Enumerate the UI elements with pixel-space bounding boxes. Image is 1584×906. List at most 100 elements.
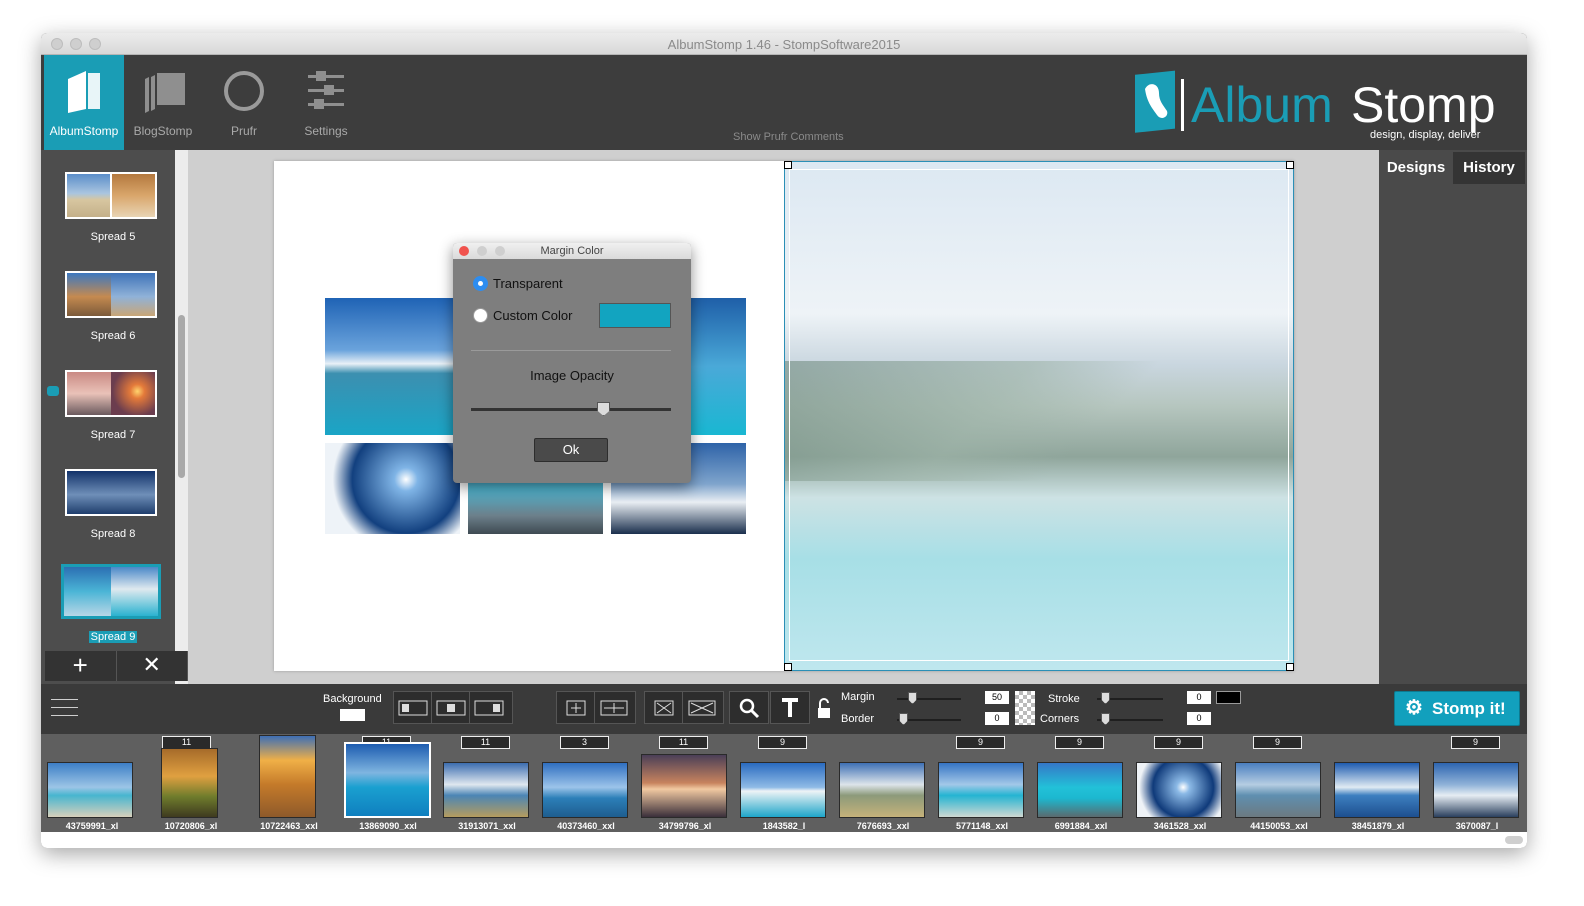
filmstrip-item[interactable]: 11 34799796_xl <box>639 734 731 832</box>
border-value[interactable]: 0 <box>985 712 1009 725</box>
logo-text-album: Album <box>1191 77 1333 133</box>
album-icon <box>68 71 100 113</box>
add-spread-button[interactable]: + <box>45 651 117 681</box>
corners-slider-knob[interactable] <box>1101 713 1110 725</box>
dialog-minimize-button[interactable] <box>477 246 487 256</box>
filmstrip-scroll-thumb[interactable] <box>1505 836 1523 844</box>
filmstrip-thumbnail <box>1037 762 1123 818</box>
filmstrip-item[interactable]: 9 44150053_xxl <box>1233 734 1325 832</box>
spread-7[interactable]: Spread 7 <box>65 370 161 441</box>
app-window: AlbumStomp 1.46 - StompSoftware2015 Albu… <box>41 33 1527 848</box>
gear-icon: ⚙ <box>1405 697 1423 719</box>
spread-label-text: Spread 9 <box>88 631 138 643</box>
photo-snow-sun[interactable] <box>325 443 460 534</box>
image-opacity-slider-knob[interactable] <box>597 402 610 416</box>
sidebar-scroll-thumb[interactable] <box>178 315 185 478</box>
spreads-sidebar: Spread 5 Spread 6 Spread 7 Spread 8 Spre… <box>41 150 175 684</box>
filmstrip-filename: 40373460_xxl <box>557 821 615 831</box>
show-prufr-comments-link[interactable]: Show Prufr Comments <box>733 131 844 143</box>
filmstrip-item[interactable]: 38451879_xl <box>1332 734 1424 832</box>
image-opacity-slider[interactable] <box>471 408 671 411</box>
filmstrip-item[interactable]: 9 3670087_l <box>1431 734 1523 832</box>
lock-icon[interactable] <box>817 698 831 720</box>
ok-button[interactable]: Ok <box>534 438 608 462</box>
fill-wide-icon <box>688 700 716 715</box>
stroke-slider-knob[interactable] <box>1101 692 1110 704</box>
margin-slider[interactable] <box>897 698 961 700</box>
resize-handle-top-left[interactable] <box>784 161 792 169</box>
zoom-button[interactable] <box>730 692 768 723</box>
stomp-it-button[interactable]: ⚙ Stomp it! <box>1394 691 1520 726</box>
sidebar-scrollbar[interactable] <box>175 150 188 684</box>
filmstrip-item[interactable]: 9 5771148_xxl <box>936 734 1028 832</box>
fill-wide-button[interactable] <box>683 692 721 723</box>
tab-blogstomp[interactable]: BlogStomp <box>123 55 203 150</box>
spread-9[interactable]: Spread 9 <box>61 564 161 643</box>
transparency-checker-swatch[interactable] <box>1015 691 1035 725</box>
resize-handle-bottom-right[interactable] <box>1286 663 1294 671</box>
margin-slider-knob[interactable] <box>908 692 917 704</box>
main-toolbar: AlbumStomp BlogStomp Prufr Settings Show… <box>41 55 1527 150</box>
filmstrip-item[interactable]: 3 40373460_xxl <box>540 734 632 832</box>
spread-8[interactable]: Spread 8 <box>65 469 161 540</box>
filmstrip-item[interactable]: 11 10720806_xl <box>145 734 237 832</box>
resize-handle-top-right[interactable] <box>1286 161 1294 169</box>
filmstrip-item[interactable]: 11 13869090_xxl <box>342 734 434 832</box>
filmstrip-item[interactable]: 9 3461528_xxl <box>1134 734 1226 832</box>
dialog-close-button[interactable] <box>459 246 469 256</box>
spread-5[interactable]: Spread 5 <box>65 172 161 243</box>
align-right-button[interactable] <box>470 692 508 723</box>
filmstrip-item[interactable]: 9 1843582_l <box>738 734 830 832</box>
add-text-button[interactable] <box>771 692 809 723</box>
right-panel: Designs History <box>1379 150 1527 684</box>
spread-6[interactable]: Spread 6 <box>65 271 161 342</box>
tab-settings[interactable]: Settings <box>286 55 366 150</box>
photo-lake-blue[interactable] <box>689 298 746 435</box>
tab-prufr[interactable]: Prufr <box>204 55 284 150</box>
menu-icon[interactable] <box>51 699 78 723</box>
corners-value[interactable]: 0 <box>1187 712 1211 725</box>
filmstrip-item[interactable]: 43759991_xl <box>46 734 138 832</box>
filmstrip-thumbnail <box>344 742 431 818</box>
custom-color-swatch[interactable] <box>599 303 671 328</box>
align-left-button[interactable] <box>394 692 432 723</box>
filmstrip-item[interactable]: 11 31913071_xxl <box>441 734 533 832</box>
align-center-button[interactable] <box>432 692 470 723</box>
transparent-label: Transparent <box>493 276 563 291</box>
tab-label: Prufr <box>230 124 257 138</box>
comment-indicator-icon[interactable] <box>47 386 59 396</box>
custom-color-label: Custom Color <box>493 308 573 323</box>
margin-value[interactable]: 50 <box>985 691 1009 704</box>
filmstrip-thumbnail <box>542 762 628 818</box>
albumstomp-logo: Album Stomp design, display, deliver <box>1135 70 1496 141</box>
tab-designs[interactable]: Designs <box>1381 152 1451 184</box>
filmstrip-item[interactable]: 7676693_xxl <box>837 734 929 832</box>
fit-vertical-button[interactable] <box>557 692 595 723</box>
tab-albumstomp[interactable]: AlbumStomp <box>44 55 124 150</box>
fill-frame-button[interactable] <box>645 692 683 723</box>
background-photo-right-page[interactable] <box>784 161 1294 671</box>
filmstrip-filename: 13869090_xxl <box>359 821 417 831</box>
stroke-color-swatch[interactable] <box>1216 691 1241 704</box>
filmstrip-scrollbar[interactable] <box>41 832 1527 848</box>
photo-lake-mountain[interactable] <box>325 298 460 435</box>
tab-history[interactable]: History <box>1453 152 1525 184</box>
remove-spread-button[interactable]: ✕ <box>117 651 188 681</box>
filmstrip-filename: 1843582_l <box>762 821 806 831</box>
background-color-swatch[interactable] <box>340 709 365 721</box>
usage-count-badge: 9 <box>956 736 1005 749</box>
usage-count-badge: 11 <box>461 736 510 749</box>
text-group <box>770 691 810 724</box>
filmstrip-item[interactable]: 9 6991884_xxl <box>1035 734 1127 832</box>
custom-color-radio[interactable] <box>473 308 488 323</box>
transparent-radio[interactable] <box>473 276 488 291</box>
border-slider-knob[interactable] <box>899 713 908 725</box>
resize-handle-bottom-left[interactable] <box>784 663 792 671</box>
fit-horizontal-button[interactable] <box>595 692 633 723</box>
dialog-zoom-button[interactable] <box>495 246 505 256</box>
stroke-value[interactable]: 0 <box>1187 691 1211 704</box>
text-icon <box>782 697 798 717</box>
blog-stack-icon <box>145 73 185 113</box>
filmstrip-thumbnail <box>443 762 529 818</box>
filmstrip-item[interactable]: 10722463_xxl <box>243 734 335 832</box>
